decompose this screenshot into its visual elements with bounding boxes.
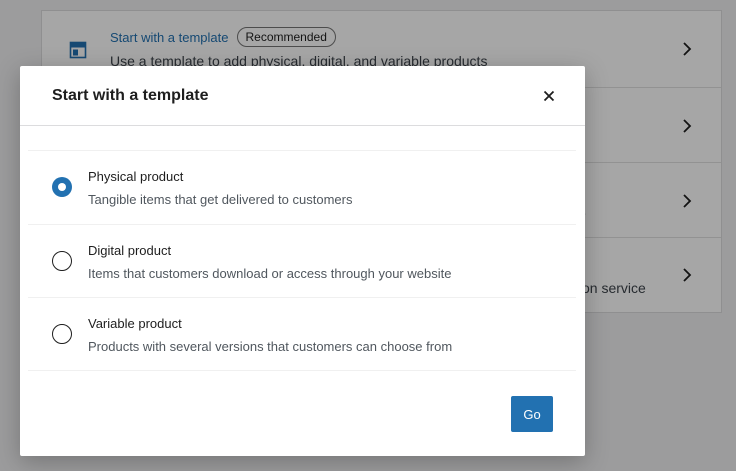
modal-title: Start with a template (52, 87, 209, 104)
option-title: Physical product (88, 169, 184, 184)
modal-header: Start with a template (20, 66, 585, 126)
radio-variable-product[interactable] (52, 324, 72, 344)
option-description: Tangible items that get delivered to cus… (88, 192, 353, 207)
option-description: Products with several versions that cust… (88, 339, 453, 354)
go-button[interactable]: Go (511, 396, 553, 432)
option-title: Variable product (88, 316, 182, 331)
option-variable-product[interactable]: Variable product Products with several v… (28, 298, 576, 371)
radio-digital-product[interactable] (52, 251, 72, 271)
product-options-list: Physical product Tangible items that get… (28, 150, 576, 371)
close-icon[interactable] (541, 88, 557, 104)
option-digital-product[interactable]: Digital product Items that customers dow… (28, 225, 576, 298)
option-title: Digital product (88, 243, 172, 258)
template-modal: Start with a template Physical product T… (20, 66, 585, 456)
radio-physical-product[interactable] (52, 177, 72, 197)
option-description: Items that customers download or access … (88, 266, 452, 281)
option-physical-product[interactable]: Physical product Tangible items that get… (28, 151, 576, 225)
